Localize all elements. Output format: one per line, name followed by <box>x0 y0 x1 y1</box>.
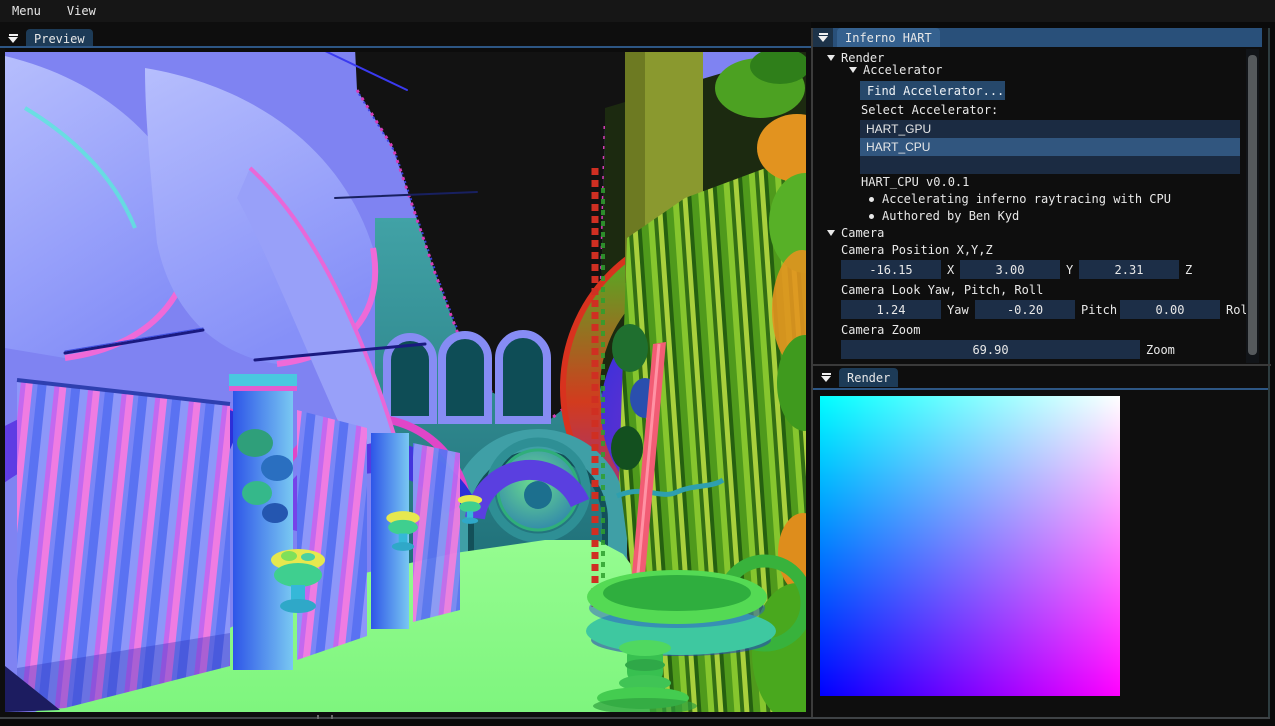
menu-bar: Menu View <box>0 0 1275 22</box>
tree-expand-icon <box>827 55 835 61</box>
tab-inferno-hart[interactable]: Inferno HART <box>837 28 940 47</box>
accelerator-option-hart-cpu[interactable]: HART_CPU <box>860 138 1240 156</box>
bullet-text: Authored by Ben Kyd <box>882 209 1019 223</box>
preview-viewport[interactable] <box>5 48 806 712</box>
scrollbar-track[interactable] <box>1246 49 1259 363</box>
bullet-icon <box>869 197 874 202</box>
tree-node-camera[interactable]: Camera <box>827 226 884 240</box>
camera-position-z-input[interactable]: 2.31 <box>1079 260 1179 279</box>
render-result-gradient-image <box>820 396 1120 696</box>
tree-node-label: Accelerator <box>863 63 942 77</box>
accelerator-option-empty <box>860 156 1240 174</box>
axis-label-y: Y <box>1066 260 1073 279</box>
scrollbar-handle[interactable] <box>1248 55 1257 355</box>
camera-yaw-input[interactable]: 1.24 <box>841 300 941 319</box>
camera-position-label: Camera Position X,Y,Z <box>841 243 993 257</box>
inspector-tab-bar: Inferno HART <box>813 28 1262 47</box>
camera-position-x-input[interactable]: -16.15 <box>841 260 941 279</box>
camera-look-label: Camera Look Yaw, Pitch, Roll <box>841 283 1043 297</box>
window-right-border <box>1268 28 1270 719</box>
axis-label-pitch: Pitch <box>1081 300 1117 319</box>
find-accelerator-button[interactable]: Find Accelerator... <box>860 81 1005 100</box>
axis-label-zoom: Zoom <box>1146 340 1175 359</box>
tree-node-label: Camera <box>841 226 884 240</box>
accelerator-info-title: HART_CPU v0.0.1 <box>861 175 969 189</box>
menu-item-view[interactable]: View <box>63 2 100 20</box>
accelerator-option-hart-gpu[interactable]: HART_GPU <box>860 120 1240 138</box>
preview-render-image <box>5 48 806 712</box>
accelerator-info-bullet: Authored by Ben Kyd <box>869 209 1019 223</box>
tree-expand-icon <box>849 67 857 73</box>
menu-item-menu[interactable]: Menu <box>8 2 45 20</box>
axis-label-x: X <box>947 260 954 279</box>
axis-label-z: Z <box>1185 260 1192 279</box>
camera-roll-input[interactable]: 0.00 <box>1120 300 1220 319</box>
tab-render[interactable]: Render <box>839 368 898 387</box>
axis-label-roll: Roll <box>1226 300 1248 319</box>
app-bottom-strip <box>0 719 1275 726</box>
render-tab-bar: Render <box>817 368 898 387</box>
gradient-red-channel-overlay <box>820 396 1120 696</box>
bullet-text: Accelerating inferno raytracing with CPU <box>882 192 1171 206</box>
render-tab-underline <box>813 388 1268 390</box>
accelerator-info-bullet: Accelerating inferno raytracing with CPU <box>869 192 1171 206</box>
axis-label-yaw: Yaw <box>947 300 969 319</box>
accelerator-listbox: HART_GPU HART_CPU <box>860 120 1240 174</box>
collapse-window-icon[interactable] <box>813 28 833 47</box>
collapse-window-icon[interactable] <box>817 368 835 387</box>
camera-pitch-input[interactable]: -0.20 <box>975 300 1075 319</box>
bullet-icon <box>869 214 874 219</box>
tree-expand-icon <box>827 230 835 236</box>
preview-window: Preview <box>0 22 811 718</box>
camera-zoom-label: Camera Zoom <box>841 323 920 337</box>
select-accelerator-label: Select Accelerator: <box>861 103 998 117</box>
camera-position-y-input[interactable]: 3.00 <box>960 260 1060 279</box>
tree-node-accelerator[interactable]: Accelerator <box>849 63 942 77</box>
camera-zoom-input[interactable]: 69.90 <box>841 340 1140 359</box>
